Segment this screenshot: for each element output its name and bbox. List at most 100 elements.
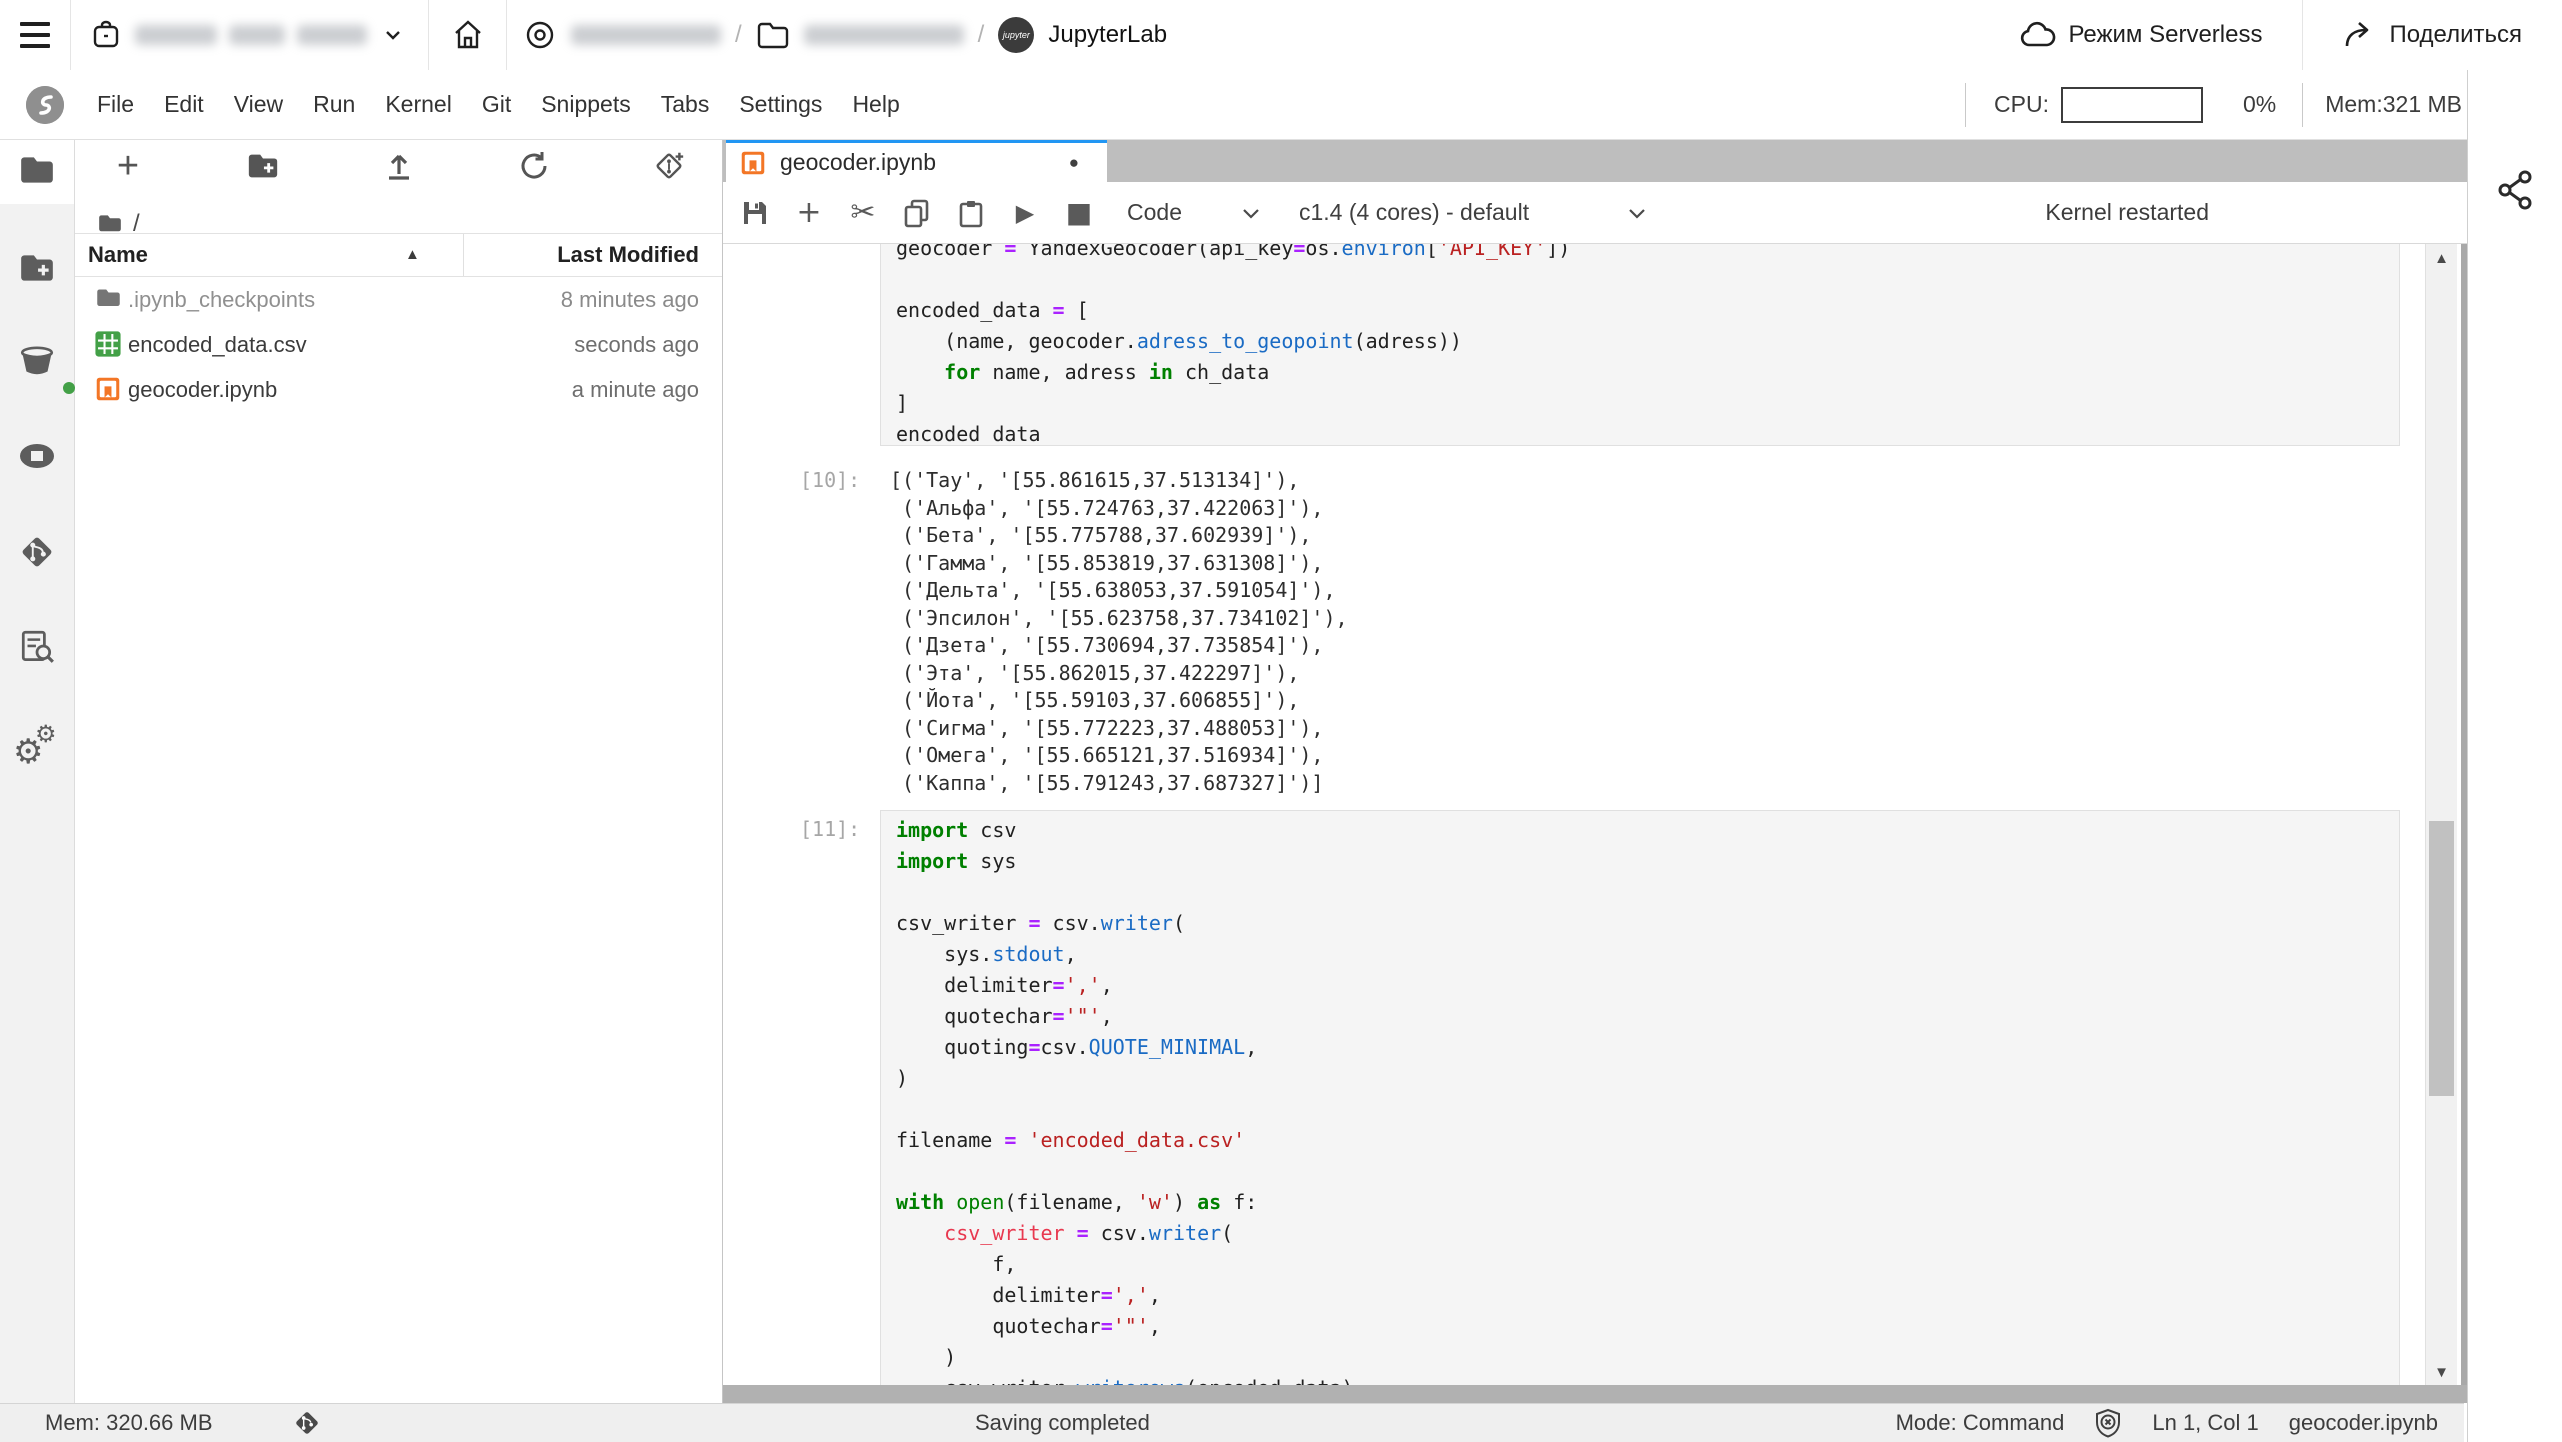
code-cell-input[interactable]: geocoder = YandexGeocoder(api_key=os.env…: [880, 244, 2400, 446]
notebook-tab[interactable]: geocoder.ipynb ●: [726, 140, 1107, 182]
folder-plus-icon: [21, 255, 53, 281]
git-status-icon[interactable]: [292, 1408, 322, 1438]
git-tab[interactable]: [0, 533, 74, 571]
sort-ascending-icon[interactable]: ▲: [405, 234, 420, 276]
kernel-dropdown[interactable]: c1.4 (4 cores) - default: [1299, 182, 1529, 243]
file-row-checkpoints[interactable]: .ipynb_checkpoints 8 minutes ago: [75, 277, 722, 322]
memory-usage: Mem: 320.66 MB: [45, 1410, 213, 1435]
plus-icon: +: [116, 145, 140, 187]
home-button[interactable]: [429, 0, 506, 70]
notebook-file-icon: [95, 376, 121, 402]
cpu-value: 0%: [2242, 91, 2277, 117]
refresh-icon: [521, 152, 547, 179]
kernel-status-text: Kernel restarted: [2045, 199, 2209, 225]
share-button[interactable]: Поделиться: [2303, 0, 2562, 70]
interrupt-kernel-button[interactable]: ■: [1059, 191, 1099, 235]
scroll-up-arrow-icon[interactable]: ▲: [2426, 250, 2457, 267]
cpu-usage-bar: [2060, 86, 2203, 123]
copy-cells-button[interactable]: [897, 191, 937, 235]
folder-icon[interactable]: [756, 20, 790, 50]
breadcrumb: / / jupyter JupyterLab: [507, 17, 1167, 53]
jupyterlab-window: / / jupyter JupyterLab Режим Serverless …: [0, 0, 2562, 1442]
blurred-folder-name[interactable]: [803, 25, 964, 45]
new-folder-button[interactable]: [240, 143, 286, 189]
git-clone-button[interactable]: [646, 143, 692, 189]
main-dock-panel: geocoder.ipynb ● + ✂ ▶ ■ Code c1.4 (4 co…: [723, 140, 2467, 1403]
datasphere-logo-icon: [26, 85, 64, 124]
menu-snippets[interactable]: Snippets: [526, 70, 646, 139]
floppy-icon: [744, 201, 766, 224]
file-row-csv[interactable]: encoded_data.csv seconds ago: [75, 322, 722, 367]
bucket-icon: [20, 346, 54, 375]
save-button[interactable]: [735, 191, 775, 235]
app-title: JupyterLab: [1048, 21, 1168, 48]
paste-cells-button[interactable]: [951, 191, 991, 235]
s3-buckets-tab[interactable]: [0, 342, 74, 380]
clipboard-icon: [959, 200, 983, 227]
file-browser-tab[interactable]: [0, 151, 74, 189]
menu-file[interactable]: File: [82, 70, 149, 139]
dock-right-edge: [2461, 244, 2467, 1385]
stop-oval-icon: [20, 444, 54, 468]
upload-button[interactable]: [376, 143, 422, 189]
scroll-down-arrow-icon[interactable]: ▼: [2426, 1364, 2457, 1381]
status-message: Saving completed: [975, 1410, 1150, 1435]
share-nodes-icon[interactable]: [2494, 168, 2538, 212]
modified-column-header[interactable]: Last Modified: [557, 234, 699, 276]
running-kernels-tab[interactable]: [0, 438, 74, 474]
chevron-down-icon[interactable]: [1628, 208, 1646, 219]
menu-edit[interactable]: Edit: [149, 70, 219, 139]
settings-tab[interactable]: ⚙ ⚙: [0, 720, 74, 772]
menu-settings[interactable]: Settings: [724, 70, 837, 139]
activity-bar: ⚙ ⚙: [0, 140, 75, 1403]
share-arrow-icon: [2343, 20, 2377, 50]
blurred-project-name[interactable]: [571, 25, 721, 45]
refresh-button[interactable]: [511, 143, 557, 189]
briefcase-icon: [89, 18, 123, 52]
dock-tab-bar: geocoder.ipynb ●: [723, 140, 2467, 182]
cursor-position[interactable]: Ln 1, Col 1: [2152, 1410, 2258, 1436]
run-cell-button[interactable]: ▶: [1005, 191, 1045, 235]
snippets-tab[interactable]: [0, 628, 74, 666]
horizontal-scrollbar[interactable]: [723, 1385, 2467, 1403]
menu-run[interactable]: Run: [298, 70, 370, 139]
add-cell-button[interactable]: +: [789, 191, 829, 235]
project-icon[interactable]: [523, 18, 557, 52]
trust-shield-icon[interactable]: [2094, 1408, 2122, 1438]
menu-kernel[interactable]: Kernel: [370, 70, 466, 139]
file-row-notebook[interactable]: geocoder.ipynb a minute ago: [75, 367, 722, 412]
right-sidebar-strip: [2467, 70, 2562, 1442]
blurred-org-name: [297, 25, 367, 45]
cut-cells-button[interactable]: ✂: [843, 191, 883, 235]
new-folder-tab[interactable]: [0, 249, 74, 287]
command-mode-indicator[interactable]: Mode: Command: [1896, 1410, 2065, 1436]
notebook-scrollbar[interactable]: ▲ ▼: [2425, 244, 2457, 1385]
tab-title: geocoder.ipynb: [780, 149, 937, 175]
cell-type-dropdown[interactable]: Code: [1127, 182, 1182, 243]
git-clone-icon: [656, 152, 684, 179]
code-cell-input[interactable]: import csv import sys csv_writer = csv.wr…: [880, 810, 2400, 1385]
upload-icon: [388, 154, 409, 180]
play-icon: ▶: [1015, 198, 1035, 227]
notebook-content: geocoder = YandexGeocoder(api_key=os.env…: [723, 244, 2467, 1385]
chevron-down-icon[interactable]: [1242, 208, 1260, 219]
menu-bar: File Edit View Run Kernel Git Snippets T…: [0, 70, 2562, 140]
name-column-header[interactable]: Name: [88, 234, 148, 276]
new-launcher-button[interactable]: +: [105, 143, 151, 189]
menu-tabs[interactable]: Tabs: [646, 70, 725, 139]
mem-value: Mem:321 MB: [2325, 91, 2462, 117]
home-icon: [450, 17, 486, 53]
file-name: .ipynb_checkpoints: [128, 287, 316, 312]
org-selector[interactable]: [71, 18, 428, 52]
notebook-file-icon: [740, 150, 766, 176]
gears-icon: ⚙ ⚙: [13, 720, 57, 772]
hamburger-menu-button[interactable]: [0, 0, 70, 70]
unsaved-dot-icon[interactable]: ●: [1069, 153, 1079, 173]
serverless-mode-button[interactable]: Режим Serverless: [1980, 0, 2302, 70]
menu-help[interactable]: Help: [837, 70, 914, 139]
breadcrumb-separator: /: [735, 21, 742, 48]
menu-view[interactable]: View: [219, 70, 298, 139]
menu-git[interactable]: Git: [467, 70, 526, 139]
cloud-icon: [2020, 21, 2056, 49]
scrollbar-thumb[interactable]: [2429, 821, 2454, 1096]
